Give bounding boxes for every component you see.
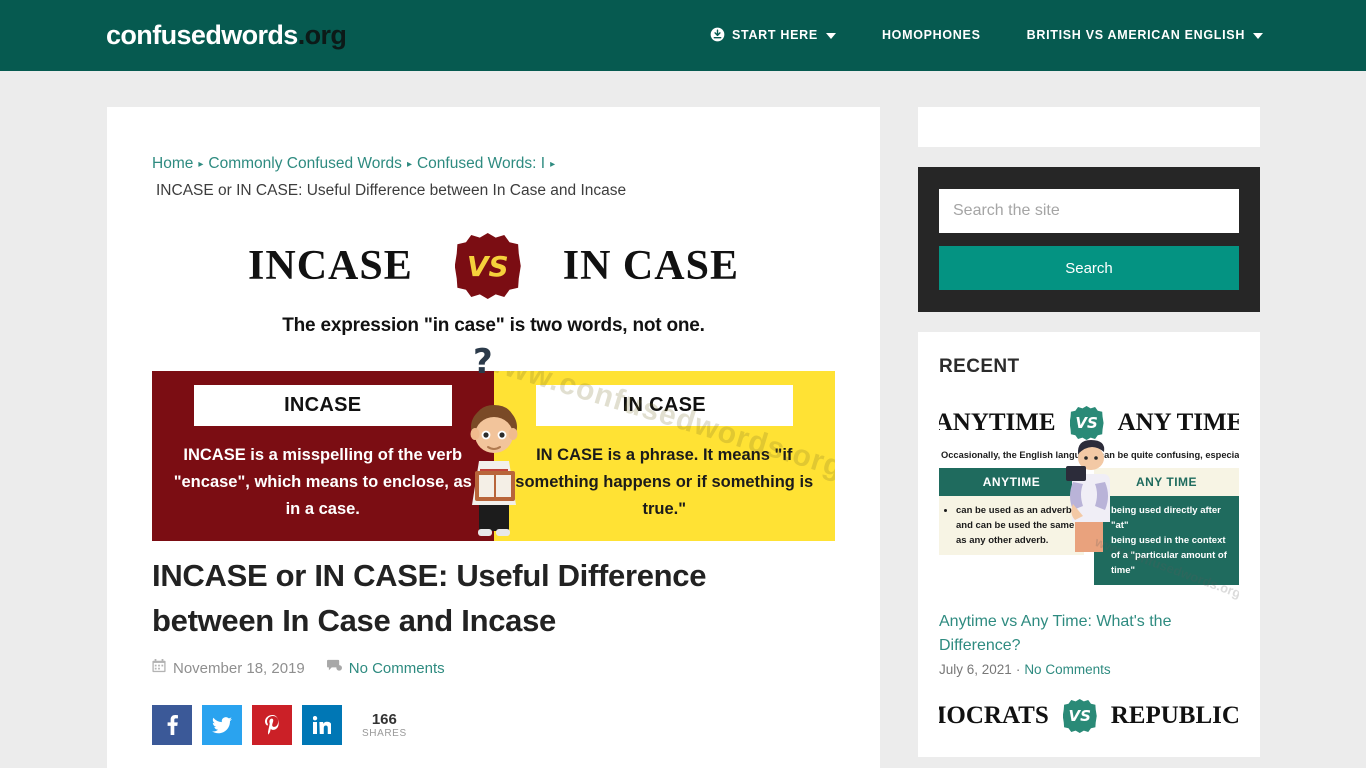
thumbnail-header: DEMOCRATS VS REPUBLICANS — [939, 693, 1239, 739]
site-header: confusedwords.org START HERE HOMOPHONES … — [0, 0, 1366, 71]
thumbnail-intro-text: Occasionally, the English language can b… — [941, 450, 1239, 460]
share-count-number: 166 — [371, 710, 397, 728]
breadcrumb-item-commonly-confused-words[interactable]: Commonly Confused Words — [208, 155, 402, 172]
article-content: Home ▸ Commonly Confused Words ▸ Confused Wo… — [107, 107, 880, 768]
infographic-panel-incase: INCASE INCASE is a misspelling of the ve… — [152, 371, 494, 541]
page-container: Home ▸ Commonly Confused Words ▸ Confused Wo… — [0, 71, 1366, 768]
logo-main-text: confusedwords — [106, 20, 298, 50]
breadcrumb-separator-icon: ▸ — [406, 159, 412, 170]
share-count-label: SHARES — [362, 727, 407, 739]
post-comments-link[interactable]: No Comments — [349, 660, 445, 677]
vs-badge-icon: VS — [1069, 406, 1104, 440]
nav-item-british-vs-american-english[interactable]: BRITISH VS AMERICAN ENGLISH — [1026, 28, 1264, 43]
calendar-icon — [152, 659, 166, 677]
comment-icon — [326, 659, 342, 677]
panel-tag-incase: INCASE — [194, 385, 452, 426]
thumbnail-right-word: ANY TIME — [1117, 409, 1239, 436]
sidebar-widget-blank — [918, 107, 1260, 147]
pinterest-icon — [264, 715, 279, 735]
nav-label-british-vs-american-english: BRITISH VS AMERICAN ENGLISH — [1026, 28, 1246, 43]
breadcrumb-item-home[interactable]: Home — [152, 155, 193, 172]
sidebar-widget-recent: RECENT ANYTIME VS ANY TIME Occasionally,… — [918, 332, 1260, 757]
breadcrumb-item-confused-words-i[interactable]: Confused Words: I — [417, 155, 545, 172]
panel-tag-in-case: IN CASE — [535, 385, 793, 426]
infographic-right-word: IN CASE — [562, 243, 739, 289]
breadcrumb: Home ▸ Commonly Confused Words ▸ Confused Wo… — [152, 151, 835, 203]
post-comments[interactable]: No Comments — [326, 659, 445, 677]
infographic-left-word: INCASE — [248, 243, 413, 289]
infographic-panels: INCASE INCASE is a misspelling of the ve… — [152, 342, 835, 541]
recent-post-meta: July 6, 2021 · No Comments — [939, 662, 1239, 677]
search-button[interactable]: Search — [939, 246, 1239, 290]
twitter-icon — [212, 716, 232, 733]
nav-label-start-here: START HERE — [732, 28, 818, 43]
chevron-down-icon — [825, 32, 836, 39]
post-date-text: November 18, 2019 — [173, 659, 305, 677]
thumbnail-left-word: DEMOCRATS — [939, 702, 1049, 729]
sidebar: Search RECENT ANYTIME VS ANY TIME Occasi… — [918, 107, 1260, 757]
featured-image[interactable]: INCASE VS IN CASE The expression "in cas… — [152, 217, 835, 541]
logo-tld-text: .org — [297, 20, 347, 50]
thumbnail-point: being used directly after "at" — [1111, 503, 1233, 533]
meta-separator: · — [1015, 662, 1021, 677]
recent-post-date: July 6, 2021 — [939, 662, 1012, 677]
thumbnail-tag-any-time: ANY TIME — [1094, 468, 1239, 496]
share-button-twitter[interactable] — [202, 705, 242, 745]
recent-post-thumbnail[interactable]: DEMOCRATS VS REPUBLICANS — [939, 693, 1239, 753]
site-logo[interactable]: confusedwords.org — [106, 20, 347, 50]
nav-item-start-here[interactable]: START HERE — [710, 27, 836, 45]
facebook-icon — [167, 715, 178, 735]
thumbnail-column-right: ANY TIME being used directly after "at" … — [1094, 468, 1239, 585]
panel-body-in-case: IN CASE is a phrase. It means "if someth… — [515, 446, 814, 518]
list-item: DEMOCRATS VS REPUBLICANS — [939, 693, 1239, 753]
breadcrumb-separator-icon: ▸ — [198, 159, 204, 170]
nav-item-homophones[interactable]: HOMOPHONES — [882, 29, 981, 42]
thumbnail-tag-anytime: ANYTIME — [939, 468, 1084, 496]
panel-body-incase: INCASE is a misspelling of the verb "enc… — [173, 446, 472, 518]
thumbnail-point: being used in the context of a "particul… — [1111, 533, 1233, 578]
linkedin-icon — [313, 716, 331, 734]
breadcrumb-current-page: INCASE or IN CASE: Useful Difference bet… — [156, 182, 627, 199]
recent-widget-title: RECENT — [939, 356, 1020, 377]
vs-badge-icon: VS — [454, 233, 521, 299]
thumbnail-columns: www.confusedwords.org ANYTIME can be use… — [939, 440, 1239, 600]
sidebar-widget-search: Search — [918, 167, 1260, 312]
infographic-subtitle: The expression "in case" is two words, n… — [282, 315, 705, 336]
thumbnail-point: can be used as an adverb and can be used… — [956, 503, 1078, 548]
breadcrumb-separator-icon: ▸ — [550, 159, 556, 170]
list-item: ANYTIME VS ANY TIME Occasionally, the En… — [939, 400, 1239, 677]
recent-post-comments-link[interactable]: No Comments — [1024, 662, 1110, 677]
share-buttons: 166 SHARES — [152, 705, 835, 765]
post-date: November 18, 2019 — [152, 659, 305, 677]
recent-post-title[interactable]: Anytime vs Any Time: What's the Differen… — [939, 610, 1239, 658]
share-button-linkedin[interactable] — [302, 705, 342, 745]
share-button-pinterest[interactable] — [252, 705, 292, 745]
thumbnail-column-left: ANYTIME can be used as an adverb and can… — [939, 468, 1084, 585]
share-count: 166 SHARES — [362, 711, 407, 740]
thumbnail-right-word: REPUBLICANS — [1110, 702, 1239, 729]
post-meta: November 18, 2019 No Comments — [152, 659, 835, 677]
page-title: INCASE or IN CASE: Useful Difference bet… — [152, 558, 707, 638]
thumbnail-left-word: ANYTIME — [939, 409, 1056, 436]
chevron-down-icon — [1253, 32, 1264, 39]
recent-post-thumbnail[interactable]: ANYTIME VS ANY TIME Occasionally, the En… — [939, 400, 1239, 600]
thumbnail-body-anytime: can be used as an adverb and can be used… — [939, 496, 1084, 555]
share-button-facebook[interactable] — [152, 705, 192, 745]
vs-badge-icon: VS — [1062, 699, 1097, 733]
nav-label-homophones: HOMOPHONES — [881, 28, 981, 43]
thumbnail-body-any-time: being used directly after "at" being use… — [1094, 496, 1239, 585]
main-navigation: START HERE HOMOPHONES BRITISH VS AMERICA… — [710, 0, 1264, 71]
infographic-header: INCASE VS IN CASE — [152, 217, 835, 315]
thumbnail-header: ANYTIME VS ANY TIME — [939, 400, 1239, 446]
infographic-panel-in-case: www.confusedwords.org IN CASE IN CASE is… — [493, 371, 835, 541]
download-circle-icon — [710, 27, 725, 45]
search-input[interactable] — [939, 189, 1239, 233]
